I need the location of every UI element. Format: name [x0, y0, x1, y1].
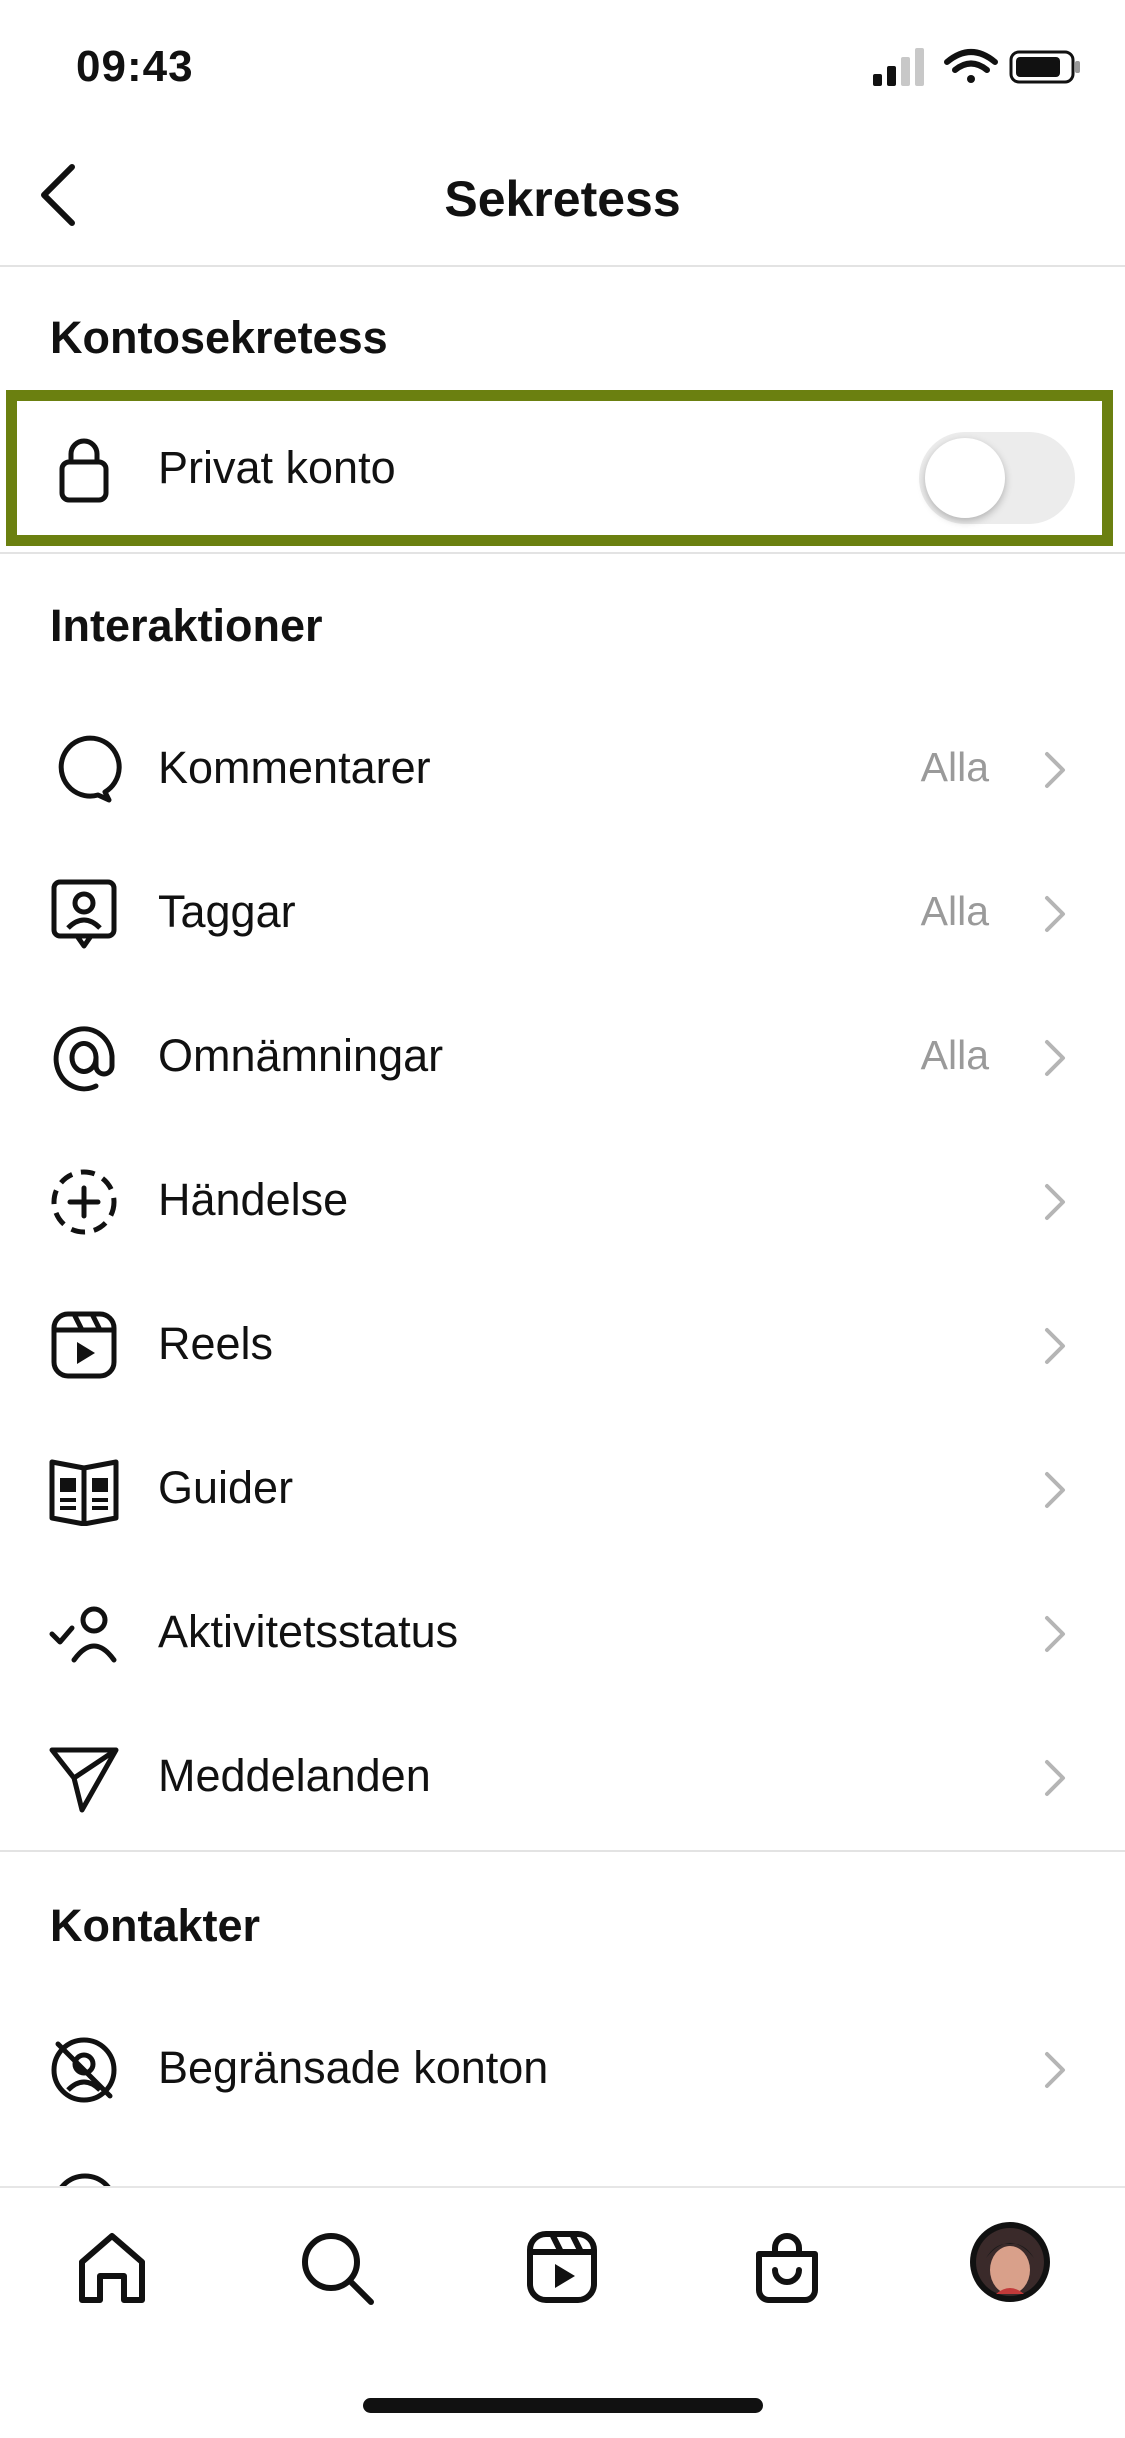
tab-bar [0, 2186, 1125, 2438]
activity-status-icon [44, 1598, 124, 1670]
restricted-accounts-label: Begränsade konton [158, 2042, 549, 2093]
tab-shop[interactable] [745, 2226, 829, 2310]
shop-icon [756, 2233, 818, 2303]
profile-avatar [970, 2222, 1050, 2302]
activity-status-row[interactable]: Aktivitetsstatus [0, 1564, 1125, 1704]
guides-row[interactable]: Guider [0, 1420, 1125, 1560]
chevron-right-icon [1041, 2046, 1069, 2094]
tab-reels[interactable] [520, 2226, 604, 2310]
mentions-value: Alla [920, 1032, 989, 1078]
home-indicator [363, 2398, 763, 2413]
story-label: Händelse [158, 1174, 349, 1225]
section-divider [0, 552, 1125, 554]
status-time: 09:43 [76, 42, 194, 91]
chevron-right-icon [1041, 1466, 1069, 1514]
header-divider [0, 265, 1125, 267]
tag-person-icon [44, 878, 124, 950]
chevron-right-icon [1041, 1178, 1069, 1226]
tab-search[interactable] [295, 2226, 379, 2310]
tags-label: Taggar [158, 886, 296, 937]
mentions-label: Omnämningar [158, 1030, 444, 1081]
toggle-knob [925, 438, 1005, 518]
story-add-icon [44, 1166, 124, 1238]
send-icon [44, 1742, 124, 1814]
battery-icon [1009, 50, 1080, 84]
story-row[interactable]: Händelse [0, 1132, 1125, 1272]
wifi-icon [944, 49, 998, 83]
chevron-right-icon [1041, 1034, 1069, 1082]
restricted-accounts-row[interactable]: Begränsade konton [0, 2000, 1125, 2140]
cellular-signal-icon [873, 48, 924, 86]
chevron-right-icon [1041, 1610, 1069, 1658]
chevron-right-icon [1041, 746, 1069, 794]
chevron-right-icon [1041, 1754, 1069, 1802]
reels-row[interactable]: Reels [0, 1276, 1125, 1416]
reels-label: Reels [158, 1318, 274, 1369]
reels-icon [527, 2231, 597, 2303]
comments-label: Kommentarer [158, 742, 431, 793]
at-icon [44, 1022, 124, 1094]
chevron-right-icon [1041, 1322, 1069, 1370]
restricted-icon [44, 2034, 124, 2106]
comments-row[interactable]: Kommentarer Alla [0, 700, 1125, 840]
tags-row[interactable]: Taggar Alla [0, 844, 1125, 984]
private-account-toggle[interactable] [919, 432, 1075, 524]
guide-icon [44, 1454, 124, 1526]
search-icon [302, 2233, 374, 2305]
guides-label: Guider [158, 1462, 294, 1513]
mentions-row[interactable]: Omnämningar Alla [0, 988, 1125, 1128]
messages-label: Meddelanden [158, 1750, 431, 1801]
tab-home[interactable] [70, 2226, 154, 2310]
section-title-interactions: Interaktioner [50, 600, 323, 651]
home-icon [79, 2233, 145, 2303]
tags-value: Alla [920, 888, 989, 934]
page-title: Sekretess [444, 171, 681, 227]
section-title-account-privacy: Kontosekretess [50, 312, 388, 363]
messages-row[interactable]: Meddelanden [0, 1708, 1125, 1848]
chevron-right-icon [1041, 890, 1069, 938]
status-icons [873, 46, 1083, 88]
comments-value: Alla [920, 744, 989, 790]
tab-profile[interactable] [968, 2220, 1052, 2304]
reels-icon [44, 1310, 124, 1382]
private-account-label: Privat konto [158, 442, 396, 493]
lock-icon [44, 434, 124, 506]
activity-status-label: Aktivitetsstatus [158, 1606, 459, 1657]
comment-icon [44, 734, 124, 806]
section-title-contacts: Kontakter [50, 1900, 261, 1951]
section-divider [0, 1850, 1125, 1852]
